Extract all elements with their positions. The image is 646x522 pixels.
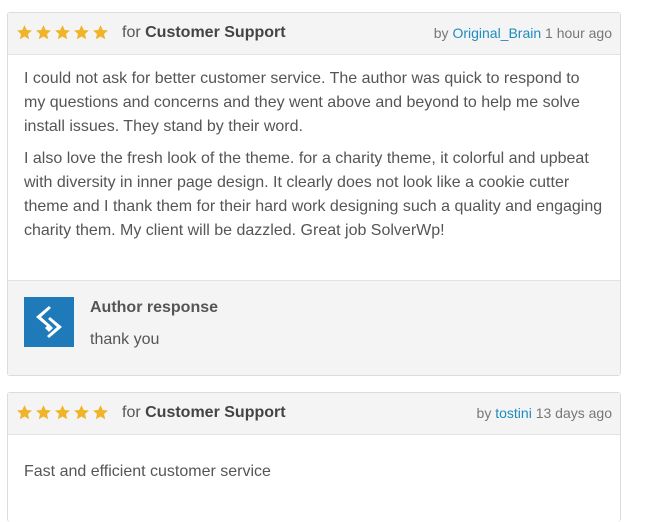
author-response: Author response thank you xyxy=(8,280,620,375)
star-icon xyxy=(73,24,90,41)
review-card: for Customer Support by Original_Brain 1… xyxy=(7,12,621,376)
solverwp-logo-icon xyxy=(24,297,74,347)
star-icon xyxy=(54,404,71,421)
star-icon xyxy=(73,404,90,421)
review-paragraph: I also love the fresh look of the theme.… xyxy=(24,150,603,239)
star-icon xyxy=(54,24,71,41)
review-body: I could not ask for better customer serv… xyxy=(8,55,620,243)
review-time: 1 hour ago xyxy=(545,25,612,41)
review-time: 13 days ago xyxy=(535,405,612,421)
star-rating xyxy=(16,24,111,41)
by-word: by xyxy=(476,405,492,421)
review-category: for Customer Support xyxy=(122,404,286,422)
star-icon xyxy=(92,404,109,421)
category-name: Customer Support xyxy=(145,24,286,41)
review-meta: by Original_Brain 1 hour ago xyxy=(434,25,612,41)
by-word: by xyxy=(433,25,449,41)
review-paragraph: I could not ask for better customer serv… xyxy=(24,70,580,135)
star-icon xyxy=(35,404,52,421)
for-word: for xyxy=(122,24,141,41)
review-header: for Customer Support by tostini 13 days … xyxy=(8,393,620,435)
review-header: for Customer Support by Original_Brain 1… xyxy=(8,13,620,55)
author-link[interactable]: tostini xyxy=(495,405,532,421)
review-category: for Customer Support xyxy=(122,24,286,42)
review-body: Fast and efficient customer service xyxy=(8,435,620,484)
review-meta: by tostini 13 days ago xyxy=(477,405,612,421)
response-text: thank you xyxy=(90,331,160,348)
star-icon xyxy=(16,404,33,421)
review-paragraph: Fast and efficient customer service xyxy=(24,463,271,480)
category-name: Customer Support xyxy=(145,404,286,421)
star-rating xyxy=(16,404,111,421)
star-icon xyxy=(16,24,33,41)
for-word: for xyxy=(122,404,141,421)
response-title: Author response xyxy=(90,299,219,316)
star-icon xyxy=(35,24,52,41)
author-link[interactable]: Original_Brain xyxy=(452,25,541,41)
star-icon xyxy=(92,24,109,41)
